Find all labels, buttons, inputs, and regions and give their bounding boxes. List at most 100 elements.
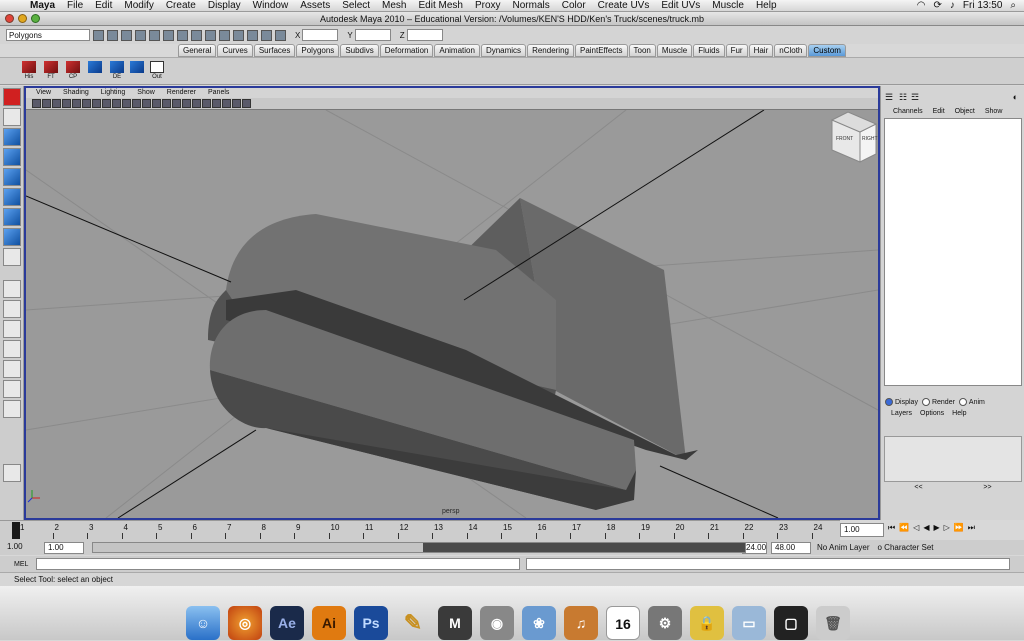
shadows-icon[interactable]	[182, 99, 191, 108]
menu-create[interactable]: Create	[160, 0, 202, 11]
shelf-tab-subdivs[interactable]: Subdivs	[340, 44, 379, 57]
menu-color[interactable]: Color	[556, 0, 592, 11]
render-preview-icon[interactable]: ◐	[1013, 92, 1018, 102]
scale-tool-icon[interactable]	[3, 188, 21, 206]
coord-z-input[interactable]	[406, 29, 443, 41]
viewport-menu-shading[interactable]: Shading	[63, 88, 89, 98]
zoom-window-button[interactable]	[31, 14, 40, 23]
clock[interactable]: Fri 13:50	[963, 0, 1002, 11]
shelf-button-6[interactable]	[128, 61, 146, 83]
channel-box-panel[interactable]	[884, 118, 1022, 386]
layer-prev-button[interactable]: <<	[914, 484, 922, 491]
shelf-button-delete-edges[interactable]: DE	[108, 61, 126, 83]
dock-illustrator-icon[interactable]: Ai	[312, 606, 346, 640]
menu-muscle[interactable]: Muscle	[706, 0, 750, 11]
layer-next-button[interactable]: >>	[983, 484, 991, 491]
shelf-tab-curves[interactable]: Curves	[217, 44, 253, 57]
layer-menu-help[interactable]: Help	[952, 410, 966, 417]
current-frame-field[interactable]: 1.00	[840, 523, 884, 537]
shelf-button-center-pivot[interactable]: CP	[64, 61, 82, 83]
camera-icon[interactable]	[32, 99, 41, 108]
menu-mesh[interactable]: Mesh	[376, 0, 412, 11]
paint-select-tool-icon[interactable]	[3, 128, 21, 146]
layer-menu-layers[interactable]: Layers	[891, 410, 912, 417]
menu-app[interactable]: Maya	[24, 0, 61, 11]
menu-assets[interactable]: Assets	[294, 0, 336, 11]
shelf-tab-fur[interactable]: Fur	[725, 44, 748, 57]
shelf-tab-ncloth[interactable]: nCloth	[774, 44, 808, 57]
field-chart-icon[interactable]	[112, 99, 121, 108]
viewport-panel[interactable]: View Shading Lighting Show Renderer Pane…	[24, 86, 880, 520]
shelf-tab-surfaces[interactable]: Surfaces	[253, 44, 296, 57]
open-scene-icon[interactable]	[107, 29, 118, 41]
frame-selected-icon[interactable]	[232, 99, 241, 108]
step-forward-icon[interactable]: ⏩	[954, 523, 964, 533]
history-icon[interactable]	[233, 29, 244, 41]
layout-side-by-side-icon[interactable]	[3, 320, 21, 338]
menu-display[interactable]: Display	[202, 0, 247, 11]
dock-finder-icon[interactable]: ☺	[186, 606, 220, 640]
select-object-icon[interactable]	[149, 29, 160, 41]
start-time-field[interactable]: 1.00	[4, 542, 44, 554]
end-time-field[interactable]: 48.00	[771, 541, 812, 554]
current-time-marker[interactable]	[12, 522, 20, 539]
shelf-button-freeze-transforms[interactable]: FT	[42, 61, 60, 83]
select-hierarchy-icon[interactable]	[135, 29, 146, 41]
ipr-render-icon[interactable]	[261, 29, 272, 41]
dock-photo-booth-icon[interactable]: ◉	[480, 606, 514, 640]
step-back-icon[interactable]: ⏪	[899, 523, 909, 533]
go-to-end-icon[interactable]: ⏭	[968, 523, 975, 533]
shelf-button-history[interactable]: His	[20, 61, 38, 83]
shelf-tab-hair[interactable]: Hair	[748, 44, 774, 57]
layer-mode-anim[interactable]: Anim	[958, 398, 985, 406]
render-icon[interactable]	[247, 29, 258, 41]
viewport-menu-renderer[interactable]: Renderer	[167, 88, 196, 98]
minimize-window-button[interactable]	[18, 14, 27, 23]
channel-box-toggle-icon[interactable]: ☰	[885, 92, 893, 103]
soft-mod-tool-icon[interactable]	[3, 228, 21, 246]
command-language-label[interactable]: MEL	[0, 561, 36, 568]
menu-help[interactable]: Help	[750, 0, 783, 11]
viewport-menu-panels[interactable]: Panels	[208, 88, 229, 98]
menu-edit[interactable]: Edit	[89, 0, 118, 11]
go-to-start-icon[interactable]: ⏮	[888, 523, 895, 533]
dock-screen-icon[interactable]: ▢	[774, 606, 808, 640]
close-window-button[interactable]	[5, 14, 14, 23]
film-gate-icon[interactable]	[82, 99, 91, 108]
menu-select[interactable]: Select	[336, 0, 376, 11]
layer-mode-display[interactable]: Display	[885, 398, 918, 406]
cb-menu-edit[interactable]: Edit	[933, 108, 945, 118]
shelf-tab-toon[interactable]: Toon	[628, 44, 656, 57]
dock-after-effects-icon[interactable]: Ae	[270, 606, 304, 640]
dock-pencil-icon[interactable]: ✎	[396, 606, 430, 640]
viewport-scene[interactable]: FRONT RIGHT	[26, 110, 878, 518]
snap-point-icon[interactable]	[205, 29, 216, 41]
step-back-key-icon[interactable]: ◁	[913, 523, 919, 533]
dock-maya-icon[interactable]: M	[438, 606, 472, 640]
frame-all-icon[interactable]	[222, 99, 231, 108]
shelf-tab-deformation[interactable]: Deformation	[379, 44, 434, 57]
resolution-gate-icon[interactable]	[92, 99, 101, 108]
menu-proxy[interactable]: Proxy	[469, 0, 507, 11]
snap-grid-icon[interactable]	[177, 29, 188, 41]
dock-folder-icon[interactable]: ▭	[732, 606, 766, 640]
layout-persp-graph-icon[interactable]	[3, 340, 21, 358]
shelf-tab-dynamics[interactable]: Dynamics	[480, 44, 527, 57]
spotlight-icon[interactable]: ⌕	[1010, 0, 1016, 11]
tool-settings-toggle-icon[interactable]: ☲	[911, 92, 919, 103]
dock-ical-icon[interactable]: 16	[606, 606, 640, 640]
time-slider[interactable]: 1 2 3 4 5 6 7 8 9 10 11 12 13 14 15 16 17 18 19 20 21 22 23 24	[0, 520, 840, 540]
hq-render-icon[interactable]	[212, 99, 221, 108]
default-lighting-icon[interactable]	[242, 99, 251, 108]
new-scene-icon[interactable]	[93, 29, 104, 41]
lasso-tool-icon[interactable]	[3, 108, 21, 126]
shelf-tab-animation[interactable]: Animation	[434, 44, 480, 57]
menu-modify[interactable]: Modify	[118, 0, 159, 11]
view-cube[interactable]: FRONT RIGHT	[830, 111, 878, 163]
layer-mode-render[interactable]: Render	[921, 398, 955, 406]
menu-file[interactable]: File	[61, 0, 89, 11]
range-slider-handle[interactable]	[423, 543, 745, 552]
dock-garageband-icon[interactable]: ♫	[564, 606, 598, 640]
universal-manipulator-icon[interactable]	[3, 208, 21, 226]
cb-menu-channels[interactable]: Channels	[893, 108, 923, 118]
